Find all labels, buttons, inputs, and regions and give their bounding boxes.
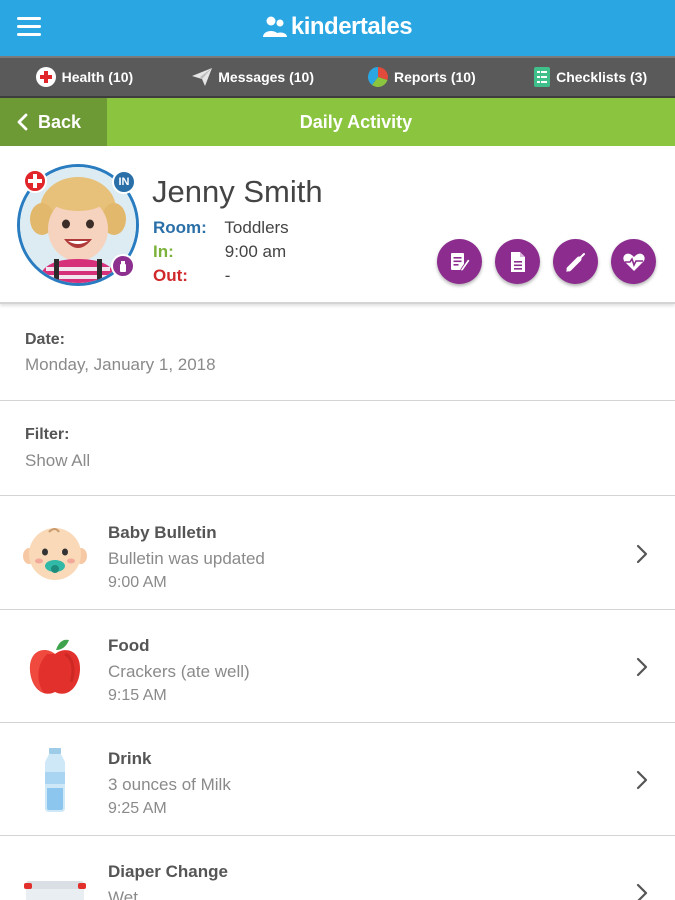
baby-face-icon [22,521,88,587]
date-label: Date: [25,331,66,348]
activity-detail: Bulletin was updated [108,549,265,568]
in-time-value: 9:00 am [224,242,287,261]
medication-button[interactable] [553,239,598,284]
bottle-icon [120,261,126,272]
water-bottle-icon [22,747,88,813]
activity-detail: 3 ounces of Milk [108,775,231,794]
nav-checklists[interactable]: Checklists (3) [506,67,675,87]
health-cross-icon [35,67,56,87]
apple-icon [22,634,88,700]
nav-health-label: Health (10) [61,69,134,85]
page-title: Daily Activity [299,112,413,132]
room-row: Room: Toddlers [153,218,289,238]
activity-title: Food [108,636,150,655]
filter-value: Show All [25,451,91,470]
chevron-right-icon [636,770,648,790]
filter-label: Filter: [25,426,70,443]
child-name: Jenny Smith [152,174,323,209]
back-button-label: Back [38,111,82,132]
child-avatar-wrapper[interactable]: IN [17,164,139,286]
nav-health[interactable]: Health (10) [0,67,169,87]
brand-name: kindertales [290,13,413,40]
activity-time: 9:00 AM [108,574,167,591]
chevron-right-icon [636,657,648,677]
diaper-icon [22,864,88,900]
room-label: Room: [153,218,207,237]
bottle-badge [111,254,135,278]
pie-chart-icon [368,67,388,87]
activity-title: Baby Bulletin [108,523,217,542]
list-item[interactable]: Drink 3 ounces of Milk 9:25 AM [0,723,675,836]
edit-document-icon [450,252,471,272]
health-alert-badge [23,169,47,193]
date-field[interactable]: Date: Monday, January 1, 2018 [0,306,675,401]
list-item[interactable]: Baby Bulletin Bulletin was updated 9:00 … [0,497,675,610]
nav-reports-label: Reports (10) [394,69,476,85]
activity-detail: Wet [108,888,138,900]
in-row: In: 9:00 am [153,242,286,262]
activity-time: 9:25 AM [108,800,167,817]
syringe-icon [565,252,585,272]
section-nav-bar: Health (10) Messages (10) Reports (10) C… [0,56,675,98]
nav-messages[interactable]: Messages (10) [169,68,338,86]
red-cross-icon [28,174,42,188]
list-item[interactable]: Food Crackers (ate well) 9:15 AM [0,610,675,723]
heartbeat-icon [622,253,645,271]
chevron-right-icon [636,883,648,900]
activity-time: 9:15 AM [108,687,167,704]
health-check-button[interactable] [611,239,656,284]
app-top-bar: kindertales [0,0,675,56]
back-button[interactable]: Back [0,98,107,146]
room-value: Toddlers [224,218,289,237]
list-item[interactable]: Diaper Change Wet [0,836,675,900]
activity-title: Drink [108,749,152,768]
page-header-bar: Back Daily Activity [0,98,675,146]
document-icon [510,251,525,272]
activity-detail: Crackers (ate well) [108,662,250,681]
nav-checklists-label: Checklists (3) [556,69,648,85]
out-row: Out: - [153,266,230,286]
filter-field[interactable]: Filter: Show All [0,401,675,496]
paper-plane-icon [192,68,213,86]
nav-reports[interactable]: Reports (10) [338,67,507,87]
chevron-right-icon [636,544,648,564]
chevron-left-icon [17,113,28,131]
activity-title: Diaper Change [108,862,228,881]
app-logo: kindertales [0,13,675,45]
people-logo-icon [262,16,287,37]
child-profile-card: IN Jenny Smith Room: Toddlers In: 9:00 a… [0,146,675,304]
edit-notes-button[interactable] [437,239,482,284]
out-time-value: - [224,266,231,285]
nav-messages-label: Messages (10) [218,69,314,85]
in-label: In: [153,242,174,261]
profile-actions [437,239,656,284]
date-value: Monday, January 1, 2018 [25,355,216,374]
checklist-icon [534,67,551,87]
document-button[interactable] [495,239,540,284]
out-label: Out: [153,266,188,285]
checked-in-badge: IN [112,170,136,194]
